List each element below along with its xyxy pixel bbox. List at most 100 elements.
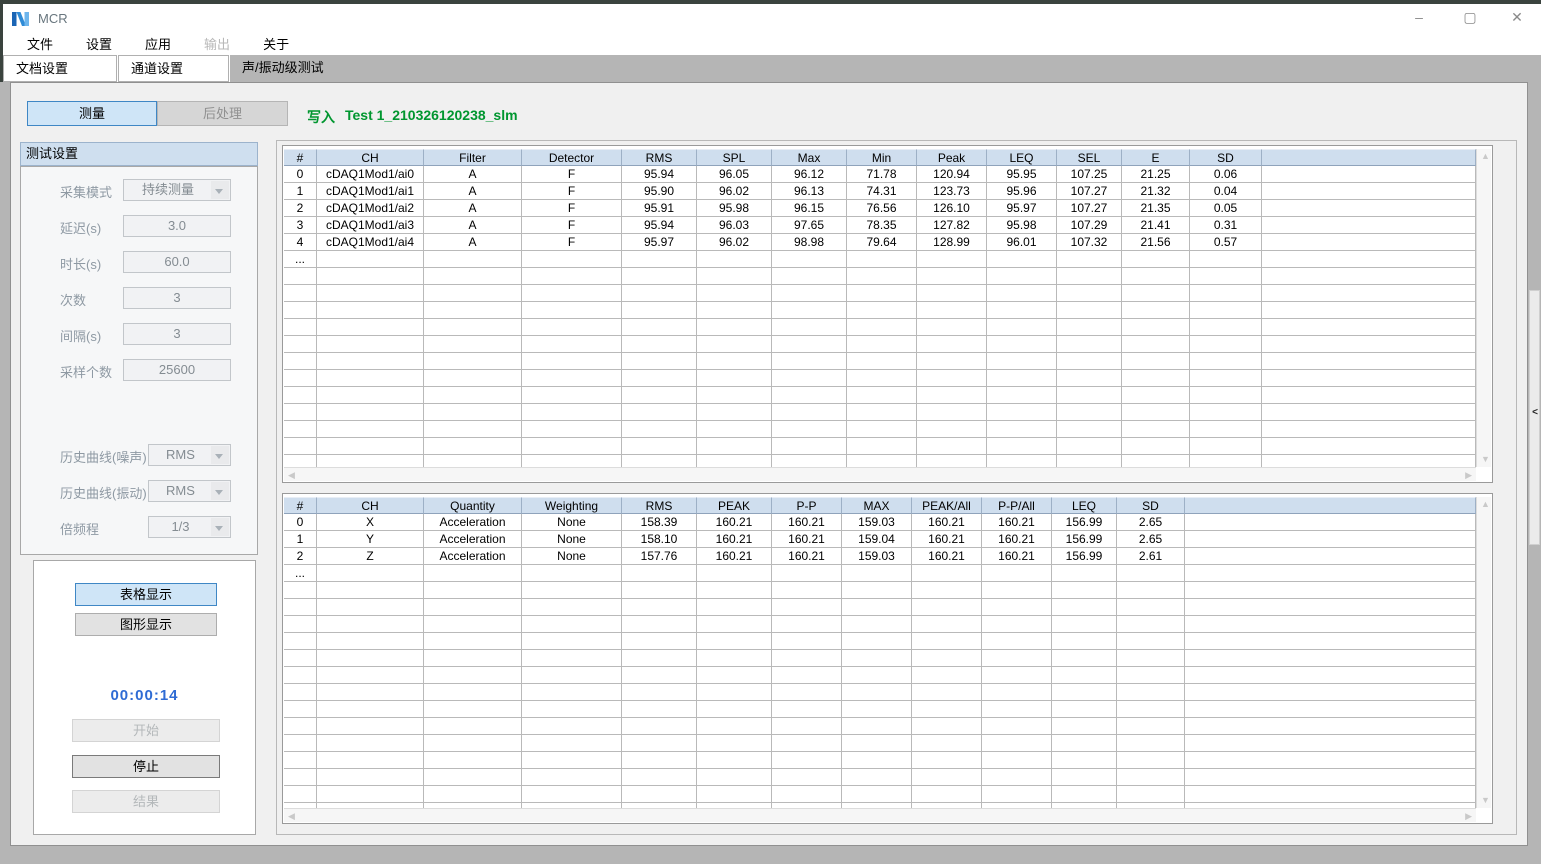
table-row[interactable]: 4cDAQ1Mod1/ai4AF95.9796.0298.9879.64128.…: [284, 234, 1476, 251]
input-field[interactable]: 60.0: [123, 251, 231, 273]
table-empty-row[interactable]: [284, 438, 1476, 455]
chevron-down-icon[interactable]: [211, 446, 229, 464]
table-row[interactable]: 3cDAQ1Mod1/ai3AF95.9496.0397.6578.35127.…: [284, 217, 1476, 234]
menu-item-enabled[interactable]: 关于: [251, 32, 301, 55]
table-empty-row[interactable]: [284, 633, 1476, 650]
table-cell-filler: [1185, 633, 1476, 650]
table-empty-row[interactable]: [284, 684, 1476, 701]
table-empty-row[interactable]: [284, 421, 1476, 438]
menu-item-enabled[interactable]: 应用: [133, 32, 183, 55]
stop-button[interactable]: 停止: [72, 755, 220, 778]
scroll-right-icon[interactable]: ▶: [1465, 812, 1472, 821]
table-empty-row[interactable]: [284, 769, 1476, 786]
table-empty-row[interactable]: [284, 582, 1476, 599]
table-empty-row[interactable]: [284, 752, 1476, 769]
start-button[interactable]: 开始: [72, 719, 220, 742]
graph-display-button[interactable]: 图形显示: [75, 613, 217, 636]
table-row[interactable]: 0XAccelerationNone158.39160.21160.21159.…: [284, 514, 1476, 531]
minimize-button[interactable]: –: [1404, 6, 1434, 28]
vertical-scrollbar[interactable]: ▲ ▼: [1476, 497, 1491, 808]
table-ellipsis-row[interactable]: ...: [284, 565, 1476, 582]
table-display-button[interactable]: 表格显示: [75, 583, 217, 606]
table-empty-row[interactable]: [284, 455, 1476, 467]
table-cell: [424, 565, 522, 582]
result-button[interactable]: 结果: [72, 790, 220, 813]
maximize-button[interactable]: ▢: [1455, 6, 1485, 28]
table-empty-row[interactable]: [284, 701, 1476, 718]
table-empty-row[interactable]: [284, 302, 1476, 319]
table-empty-row[interactable]: [284, 387, 1476, 404]
table-cell: [1117, 752, 1185, 769]
scroll-up-icon[interactable]: ▲: [1481, 152, 1490, 161]
scroll-left-icon[interactable]: ◀: [288, 812, 295, 821]
chevron-down-icon[interactable]: [211, 518, 229, 536]
table-cell: [317, 438, 424, 455]
table-cell: 21.32: [1122, 183, 1190, 200]
table-empty-row[interactable]: [284, 319, 1476, 336]
table-cell: Detector: [522, 149, 622, 166]
table-row[interactable]: 1cDAQ1Mod1/ai1AF95.9096.0296.1374.31123.…: [284, 183, 1476, 200]
table-cell: 96.01: [987, 234, 1057, 251]
table-empty-row[interactable]: [284, 353, 1476, 370]
tab-document-settings[interactable]: 文档设置: [3, 55, 117, 82]
vertical-scrollbar[interactable]: ▲ ▼: [1476, 149, 1491, 467]
table-cell: [1052, 633, 1117, 650]
chevron-down-icon[interactable]: [211, 181, 229, 199]
table-empty-row[interactable]: [284, 667, 1476, 684]
scroll-left-icon[interactable]: ◀: [288, 471, 295, 480]
scroll-right-icon[interactable]: ▶: [1465, 471, 1472, 480]
table-cell: [987, 404, 1057, 421]
table-cell: Z: [317, 548, 424, 565]
table-cell: Weighting: [522, 497, 622, 514]
table-cell: [622, 353, 697, 370]
table-empty-row[interactable]: [284, 599, 1476, 616]
table-row[interactable]: 1YAccelerationNone158.10160.21160.21159.…: [284, 531, 1476, 548]
table-cell: 96.03: [697, 217, 772, 234]
select-field[interactable]: 持续测量: [123, 179, 231, 201]
menu-item-enabled[interactable]: 文件: [15, 32, 65, 55]
close-button[interactable]: ✕: [1502, 6, 1532, 28]
scroll-up-icon[interactable]: ▲: [1481, 500, 1490, 509]
table-cell: A: [424, 183, 522, 200]
table-empty-row[interactable]: [284, 616, 1476, 633]
table-cell: [1117, 599, 1185, 616]
measure-button[interactable]: 测量: [27, 101, 157, 126]
table-cell: [847, 336, 917, 353]
horizontal-scrollbar[interactable]: ◀ ▶: [284, 467, 1476, 481]
tab-channel-settings[interactable]: 通道设置: [118, 55, 229, 82]
table-ellipsis-row[interactable]: ...: [284, 251, 1476, 268]
table-row[interactable]: 2cDAQ1Mod1/ai2AF95.9195.9896.1576.56126.…: [284, 200, 1476, 217]
select-field[interactable]: RMS: [148, 444, 231, 466]
scroll-down-icon[interactable]: ▼: [1481, 796, 1490, 805]
input-field[interactable]: 3: [123, 287, 231, 309]
collapse-panel-icon[interactable]: <: [1530, 407, 1540, 418]
select-field[interactable]: 1/3: [148, 516, 231, 538]
table-empty-row[interactable]: [284, 735, 1476, 752]
table-cell: 157.76: [622, 548, 697, 565]
table-empty-row[interactable]: [284, 285, 1476, 302]
table-cell: [317, 455, 424, 467]
select-field[interactable]: RMS: [148, 480, 231, 502]
tab-sound-vibration-test[interactable]: 声/振动级测试: [233, 55, 348, 82]
table-empty-row[interactable]: [284, 370, 1476, 387]
horizontal-scrollbar[interactable]: ◀ ▶: [284, 808, 1476, 822]
table-row[interactable]: 2ZAccelerationNone157.76160.21160.21159.…: [284, 548, 1476, 565]
input-field[interactable]: 25600: [123, 359, 231, 381]
chevron-down-icon[interactable]: [211, 482, 229, 500]
table-empty-row[interactable]: [284, 786, 1476, 803]
table-empty-row[interactable]: [284, 404, 1476, 421]
menu-item-enabled[interactable]: 设置: [74, 32, 124, 55]
input-field[interactable]: 3: [123, 323, 231, 345]
table-empty-row[interactable]: [284, 718, 1476, 735]
table-cell: [317, 769, 424, 786]
table-cell: [284, 684, 317, 701]
table-cell: [1122, 353, 1190, 370]
table-empty-row[interactable]: [284, 650, 1476, 667]
table-cell: [847, 387, 917, 404]
input-field[interactable]: 3.0: [123, 215, 231, 237]
table-row[interactable]: 0cDAQ1Mod1/ai0AF95.9496.0596.1271.78120.…: [284, 166, 1476, 183]
postprocess-button[interactable]: 后处理: [157, 101, 288, 126]
table-empty-row[interactable]: [284, 268, 1476, 285]
scroll-down-icon[interactable]: ▼: [1481, 455, 1490, 464]
table-empty-row[interactable]: [284, 336, 1476, 353]
